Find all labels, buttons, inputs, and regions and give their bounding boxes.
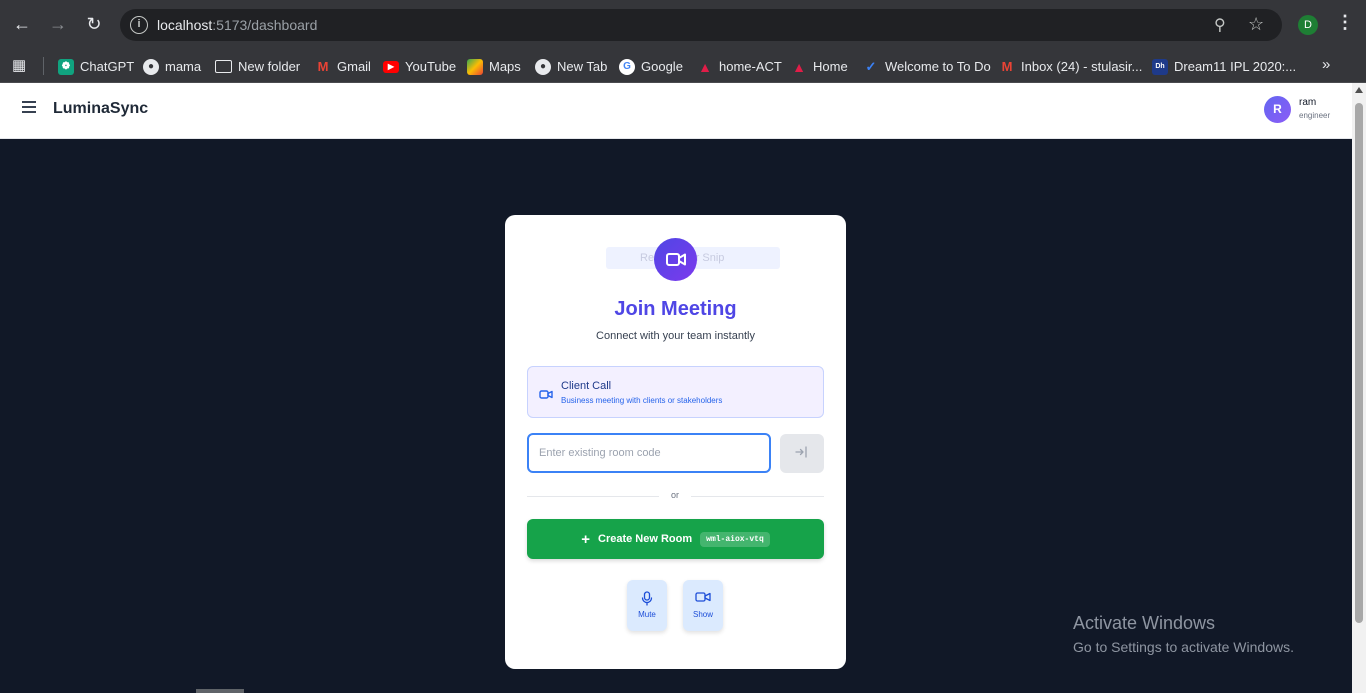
video-camera-icon	[539, 386, 553, 404]
hamburger-menu-icon[interactable]	[22, 101, 36, 113]
bookmark-star-icon[interactable]: ☆	[1248, 14, 1264, 35]
url-host: localhost	[157, 17, 213, 33]
bookmark-maps[interactable]: Maps	[467, 50, 521, 83]
create-room-button[interactable]: + Create New Room wml-aiox-vtq	[527, 519, 824, 559]
apps-grid-icon[interactable]: ▦	[12, 56, 26, 74]
address-bar[interactable]: i localhost:5173/dashboard ⚲ ☆	[120, 9, 1282, 41]
browser-menu-icon[interactable]: ⋮	[1336, 12, 1354, 33]
globe-icon: ●	[535, 58, 551, 75]
activate-windows-subtitle: Go to Settings to activate Windows.	[1073, 639, 1294, 655]
bookmark-label: New folder	[238, 59, 301, 74]
room-code-input[interactable]	[527, 433, 771, 473]
bookmark-google[interactable]: G Google	[619, 50, 683, 83]
reload-icon[interactable]: ↻	[82, 12, 106, 36]
bookmark-gmail[interactable]: M Gmail	[315, 50, 371, 83]
plus-icon: +	[581, 530, 590, 548]
meeting-type-description: Business meeting with clients or stakeho…	[561, 396, 723, 405]
act-icon: ▲	[698, 58, 712, 75]
bookmark-label: Maps	[489, 59, 521, 74]
divider-line	[527, 496, 659, 497]
bookmark-label: home-ACT	[719, 59, 782, 74]
bookmark-new-folder[interactable]: New folder	[215, 50, 300, 83]
youtube-icon: ▶	[383, 60, 399, 73]
bookmark-label: Google	[641, 59, 683, 74]
bookmarks-separator	[43, 57, 44, 75]
gmail-icon: M	[1001, 58, 1013, 74]
show-video-button[interactable]: Show	[683, 580, 723, 631]
chatgpt-icon: ❁	[58, 58, 74, 75]
todo-icon: ✓	[865, 58, 877, 74]
bookmark-label: Inbox (24) - stulasir...	[1021, 59, 1143, 74]
activate-windows-title: Activate Windows	[1073, 613, 1216, 633]
bookmark-label: ChatGPT	[80, 59, 135, 74]
brand-logo: LuminaSync	[53, 100, 149, 117]
back-icon[interactable]: ←	[10, 12, 34, 36]
gmail-icon: M	[317, 58, 329, 74]
user-name: ram	[1299, 97, 1317, 108]
mute-button[interactable]: Mute	[627, 580, 667, 631]
address-url[interactable]: localhost:5173/dashboard	[157, 17, 317, 33]
card-title: Join Meeting	[614, 298, 737, 320]
join-meeting-card: Rectangular Snip Join Meeting Connect wi…	[505, 215, 846, 669]
scroll-thumb[interactable]	[1355, 103, 1363, 623]
zoom-icon[interactable]: ⚲	[1214, 15, 1226, 35]
act-icon: ▲	[792, 58, 806, 75]
globe-icon: ●	[143, 58, 159, 75]
video-camera-icon	[695, 590, 711, 607]
bookmark-inbox[interactable]: M Inbox (24) - stulasir...	[999, 50, 1143, 83]
user-role: engineer	[1299, 111, 1331, 120]
divider-line	[691, 496, 824, 497]
google-icon: G	[619, 58, 635, 75]
site-info-icon[interactable]: i	[130, 16, 148, 34]
user-avatar[interactable]: R	[1264, 96, 1291, 123]
create-room-label: Create New Room	[598, 533, 693, 545]
video-camera-icon	[654, 238, 697, 281]
mute-label: Mute	[638, 610, 656, 619]
maps-icon	[467, 58, 483, 75]
bookmarks-bar: ▦ ❁ ChatGPT ● mama New folder M Gmail ▶ …	[0, 50, 1366, 83]
bookmark-label: Home	[813, 59, 848, 74]
microphone-icon	[641, 591, 653, 610]
horizontal-scroll-thumb[interactable]	[196, 689, 244, 693]
scroll-up-icon[interactable]	[1355, 87, 1363, 93]
page-scrollbar[interactable]	[1352, 83, 1366, 693]
bookmark-new-tab[interactable]: ● New Tab	[535, 50, 607, 83]
divider-or: or	[670, 490, 679, 500]
bookmark-chatgpt[interactable]: ❁ ChatGPT	[58, 50, 134, 83]
bookmark-label: YouTube	[405, 59, 457, 74]
folder-icon	[215, 60, 232, 73]
meeting-type-option[interactable]: Client Call Business meeting with client…	[527, 366, 824, 418]
bookmark-label: mama	[165, 59, 202, 74]
bookmark-label: Welcome to To Do	[885, 59, 991, 74]
card-subtitle: Connect with your team instantly	[596, 330, 755, 342]
show-label: Show	[692, 610, 713, 619]
app-header: LuminaSync R ram engineer	[0, 83, 1352, 139]
forward-icon[interactable]: →	[46, 12, 70, 36]
join-room-button[interactable]	[780, 434, 824, 473]
bookmark-dream11[interactable]: Dh Dream11 IPL 2020:...	[1152, 50, 1296, 83]
bookmark-youtube[interactable]: ▶ YouTube	[383, 50, 456, 83]
bookmark-todo[interactable]: ✓ Welcome to To Do	[863, 50, 991, 83]
bookmark-label: Dream11 IPL 2020:...	[1174, 59, 1297, 74]
profile-avatar[interactable]: D	[1298, 15, 1318, 35]
bookmark-home-act[interactable]: ▲ home-ACT	[697, 50, 782, 83]
sign-in-icon	[795, 446, 809, 461]
bookmark-mama[interactable]: ● mama	[143, 50, 201, 83]
browser-toolbar: ← → ↻ i localhost:5173/dashboard ⚲ ☆ D ⋮	[0, 0, 1366, 50]
room-code-badge: wml-aiox-vtq	[700, 531, 770, 547]
meeting-type-title: Client Call	[561, 380, 612, 392]
url-path: :5173/dashboard	[212, 17, 318, 33]
more-bookmarks-icon[interactable]: »	[1322, 56, 1330, 73]
bookmark-home[interactable]: ▲ Home	[791, 50, 848, 83]
bookmark-label: Gmail	[337, 59, 371, 74]
dream11-icon: Dh	[1152, 58, 1168, 75]
bookmark-label: New Tab	[557, 59, 608, 74]
